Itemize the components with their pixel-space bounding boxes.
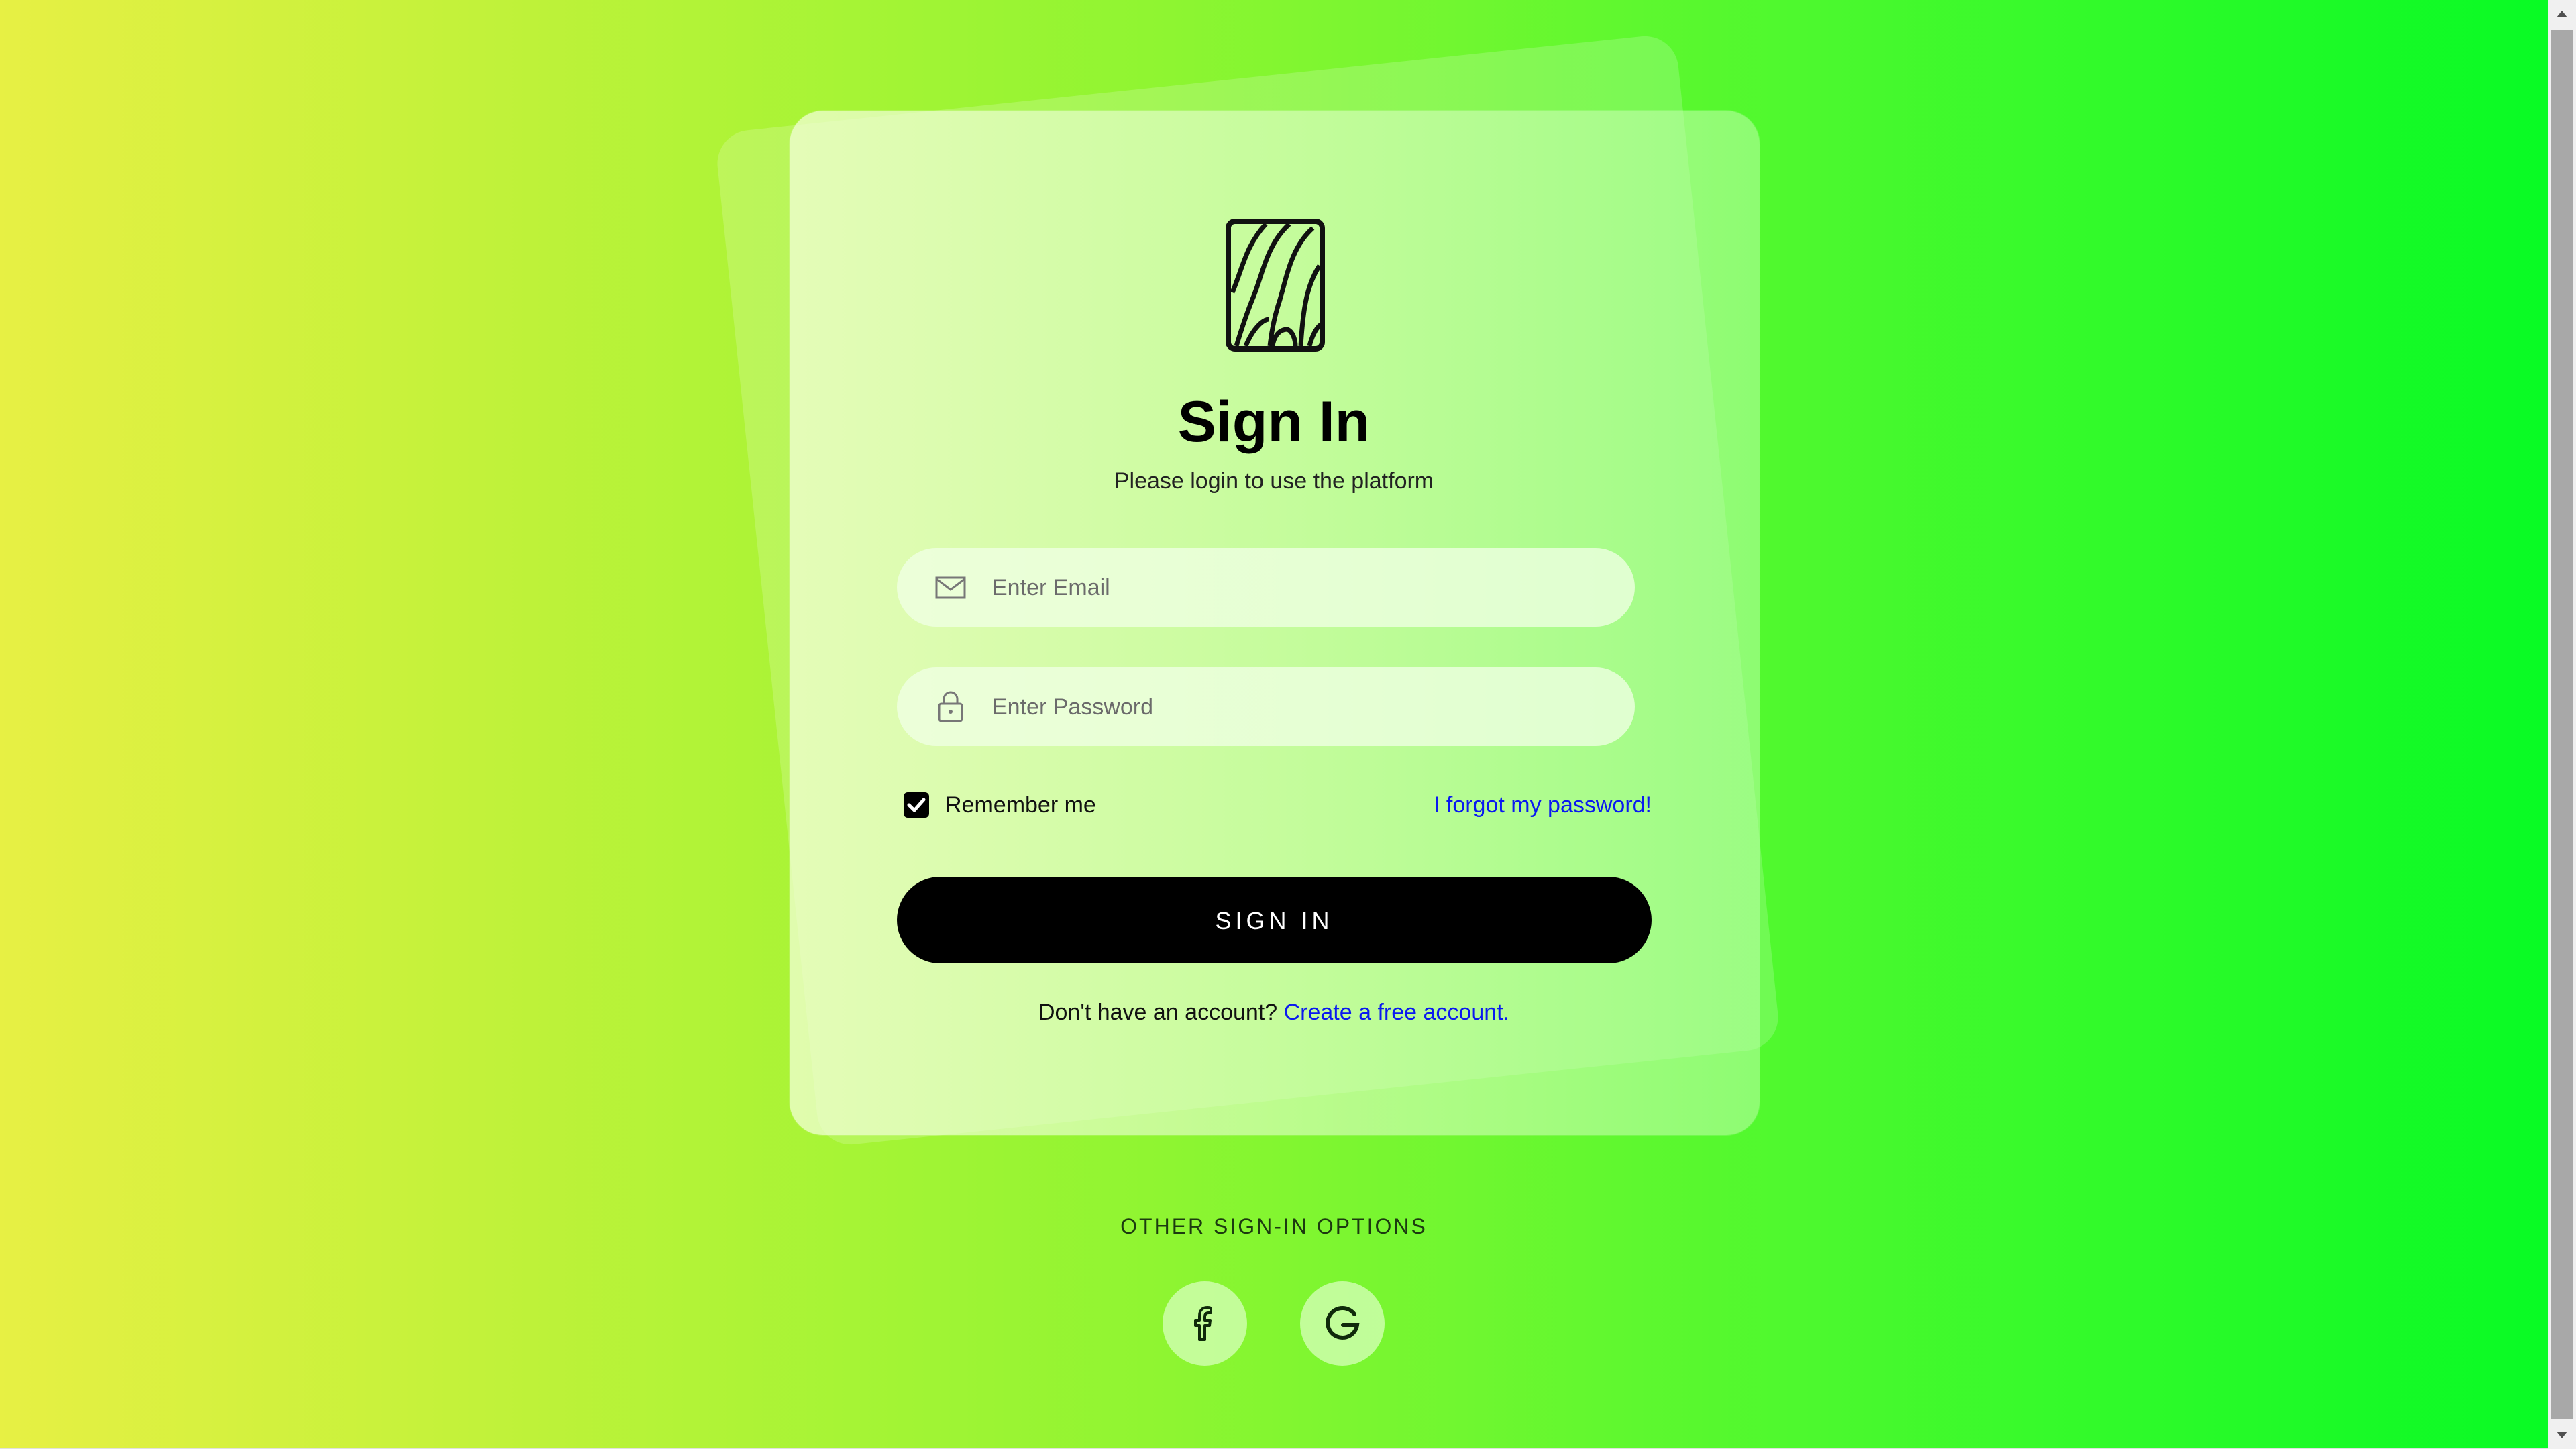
create-account-link[interactable]: Create a free account. [1284, 1000, 1509, 1025]
password-input[interactable] [991, 667, 1597, 747]
password-field[interactable] [897, 667, 1635, 747]
mail-icon [935, 576, 966, 599]
vertical-scrollbar[interactable] [2548, 0, 2576, 1449]
google-icon [1326, 1306, 1360, 1340]
signup-row: Don't have an account? Create a free acc… [0, 1000, 2548, 1026]
page-subtitle: Please login to use the platform [1114, 468, 1434, 494]
lock-icon [938, 691, 963, 722]
forgot-password-link[interactable]: I forgot my password! [1409, 790, 1652, 820]
scroll-down-arrow-icon[interactable] [2548, 1422, 2576, 1449]
logo-icon [1226, 219, 1325, 352]
scroll-up-arrow-icon[interactable] [2548, 0, 2576, 27]
remember-me-label: Remember me [945, 792, 1096, 818]
sign-in-button[interactable]: SIGN IN [897, 877, 1652, 963]
google-sign-in-button[interactable] [1300, 1281, 1385, 1366]
login-page: Sign In Please login to use the platform… [0, 0, 2548, 1449]
other-sign-in-options-title: OTHER SIGN-IN OPTIONS [1120, 1214, 1428, 1238]
page-title: Sign In [1177, 390, 1371, 454]
signup-prompt: Don't have an account? [1038, 1000, 1278, 1025]
scrollbar-thumb[interactable] [2551, 30, 2573, 1419]
check-icon [907, 798, 926, 812]
email-input[interactable] [991, 548, 1597, 628]
facebook-sign-in-button[interactable] [1163, 1281, 1247, 1366]
email-field[interactable] [897, 548, 1635, 628]
remember-me-row[interactable]: Remember me [904, 790, 1096, 820]
facebook-icon [1194, 1306, 1212, 1341]
remember-me-checkbox[interactable] [904, 792, 929, 818]
